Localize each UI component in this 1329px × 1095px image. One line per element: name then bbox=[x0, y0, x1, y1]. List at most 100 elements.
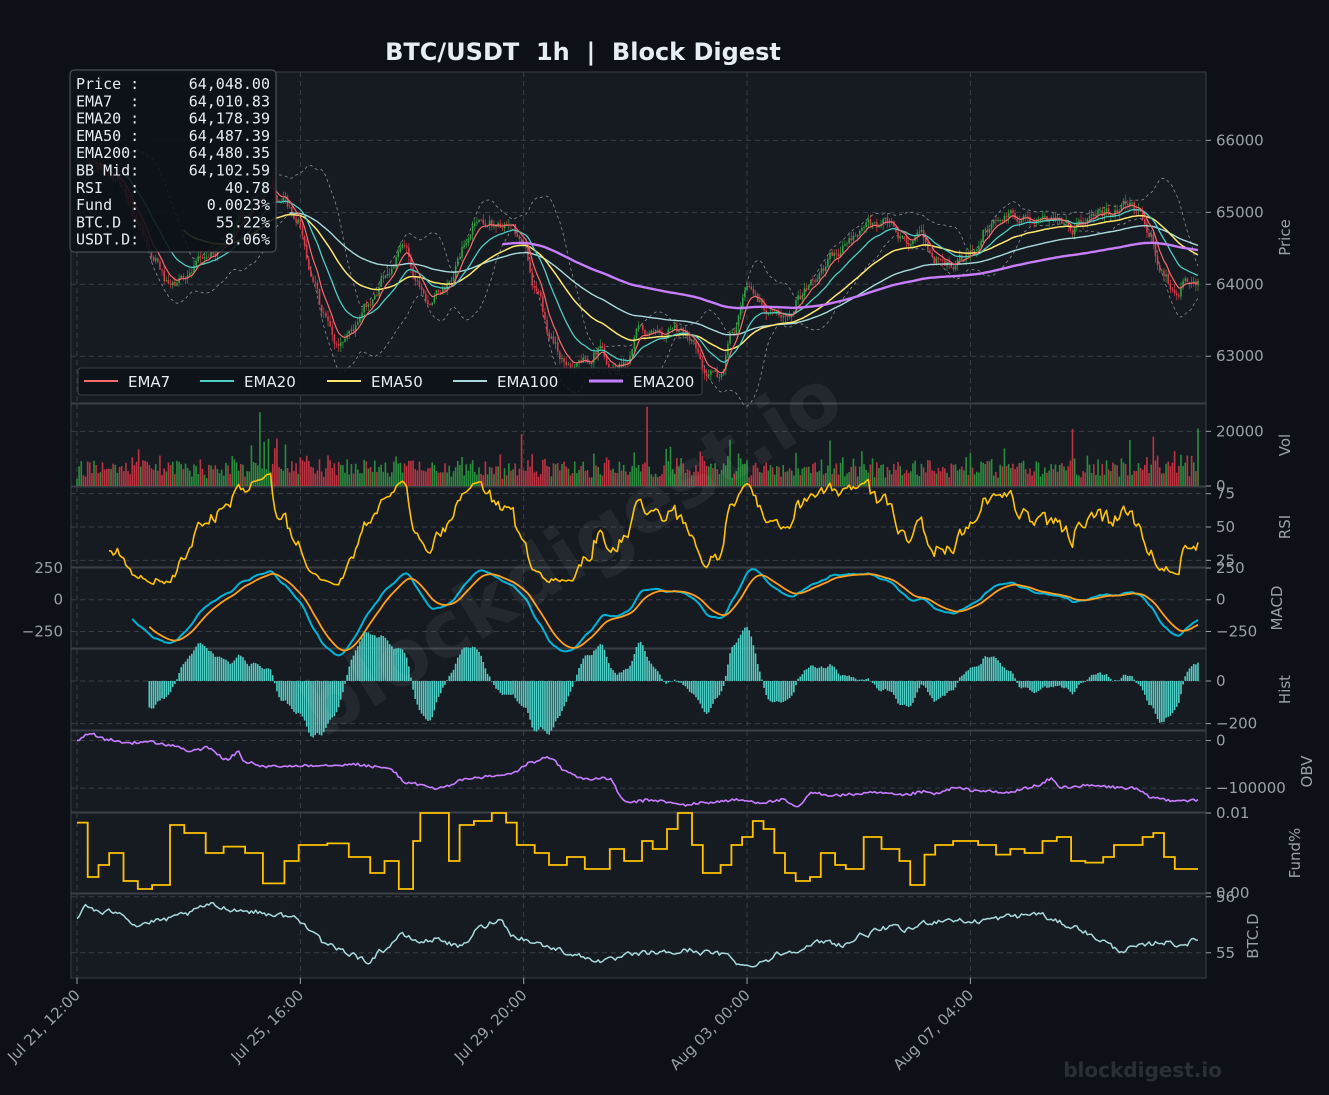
candle-body bbox=[635, 328, 638, 338]
volume-bar bbox=[254, 463, 257, 486]
volume-bar bbox=[920, 463, 923, 486]
hist-bar bbox=[1144, 680, 1146, 695]
volume-bar bbox=[369, 467, 372, 486]
volume-bar bbox=[929, 460, 931, 486]
candle-body bbox=[1092, 213, 1095, 217]
volume-bar bbox=[186, 467, 189, 486]
volume-bar bbox=[120, 465, 123, 486]
volume-bar bbox=[514, 463, 516, 486]
candle-body bbox=[918, 231, 921, 233]
candle-body bbox=[744, 290, 746, 298]
candle-body bbox=[176, 282, 178, 286]
volume-bar bbox=[144, 460, 146, 486]
volume-bar bbox=[278, 467, 280, 486]
hist-bar bbox=[529, 680, 531, 720]
hist-bar bbox=[724, 675, 727, 681]
volume-bar bbox=[1086, 455, 1089, 486]
volume-bar bbox=[531, 454, 534, 486]
hist-bar bbox=[614, 672, 616, 681]
hist-bar bbox=[607, 663, 610, 681]
candle-body bbox=[971, 250, 974, 252]
volume-bar bbox=[997, 477, 999, 486]
hist-bar bbox=[167, 680, 170, 695]
candle-body bbox=[459, 257, 461, 259]
volume-bar bbox=[1029, 468, 1031, 486]
candle-body bbox=[741, 297, 744, 309]
volume-bar bbox=[1084, 472, 1087, 486]
candle-body bbox=[814, 280, 816, 282]
candle-body bbox=[516, 233, 519, 237]
hist-bar bbox=[1158, 680, 1161, 723]
hist-bar bbox=[829, 664, 831, 681]
hist-bar bbox=[773, 680, 776, 703]
candle-body bbox=[529, 260, 531, 273]
candle-body bbox=[548, 332, 551, 339]
volume-bar bbox=[99, 472, 102, 486]
volume-bar bbox=[91, 472, 93, 486]
volume-bar bbox=[1063, 466, 1065, 486]
hist-bar bbox=[152, 680, 155, 709]
hist-bar bbox=[941, 680, 944, 696]
volume-bar bbox=[1118, 476, 1121, 486]
macd-panel-ytick: −250 bbox=[1216, 622, 1257, 640]
hist-bar bbox=[1001, 666, 1004, 681]
candle-body bbox=[208, 256, 210, 258]
candle-body bbox=[1099, 210, 1101, 212]
info-box: Price : 64,048.00 EMA7 : 64,010.83 EMA20 : 64… bbox=[69, 69, 277, 253]
candle-body bbox=[465, 242, 468, 246]
hist-bar bbox=[669, 680, 672, 682]
volume-bar bbox=[561, 464, 563, 486]
candle-body bbox=[975, 249, 978, 251]
volume-bar bbox=[1161, 473, 1163, 486]
candle-body bbox=[1001, 219, 1004, 221]
candle-body bbox=[703, 368, 706, 374]
hist-bar bbox=[1186, 671, 1189, 681]
hist-bar bbox=[231, 662, 234, 681]
volume-bar bbox=[961, 466, 963, 486]
candle-body bbox=[799, 295, 802, 300]
volume-bar bbox=[837, 474, 840, 486]
volume-bar bbox=[1056, 471, 1059, 486]
candle-body bbox=[1124, 200, 1127, 205]
hist-bar bbox=[969, 667, 972, 681]
candle-body bbox=[1024, 215, 1027, 217]
candle-body bbox=[831, 252, 833, 256]
hist-bar bbox=[901, 680, 904, 706]
hist-bar bbox=[712, 680, 714, 704]
hist-bar bbox=[1156, 680, 1159, 720]
volume-bar bbox=[569, 475, 572, 486]
hist-bar bbox=[1067, 680, 1070, 690]
candle-body bbox=[720, 374, 723, 377]
hist-bar bbox=[246, 663, 248, 681]
volume-bar bbox=[239, 464, 242, 486]
hist-bar bbox=[184, 661, 187, 681]
volume-bar bbox=[312, 467, 314, 486]
volume-bar bbox=[431, 462, 434, 486]
hist-bar bbox=[818, 667, 821, 681]
candle-body bbox=[735, 326, 738, 334]
volume-bar bbox=[999, 464, 1001, 486]
candle-body bbox=[471, 225, 474, 235]
volume-bar bbox=[412, 460, 414, 486]
volume-bar bbox=[444, 463, 446, 486]
volume-bar bbox=[137, 449, 140, 486]
hist-bar bbox=[835, 669, 838, 681]
hist-bar bbox=[733, 644, 736, 681]
hist-bar bbox=[235, 657, 238, 681]
volume-bar bbox=[127, 471, 129, 486]
candle-body bbox=[1163, 270, 1165, 277]
candle-body bbox=[754, 293, 757, 295]
candle-body bbox=[563, 358, 565, 362]
hist-bar bbox=[503, 680, 506, 695]
candle-body bbox=[737, 315, 740, 327]
candle-body bbox=[391, 268, 393, 274]
hist-bar bbox=[1054, 680, 1057, 687]
legend-label: EMA50 bbox=[371, 373, 423, 391]
volume-bar bbox=[327, 455, 329, 486]
volume-bar bbox=[1001, 466, 1004, 486]
hist-bar bbox=[767, 680, 770, 700]
volume-bar bbox=[318, 459, 321, 486]
candle-body bbox=[867, 219, 870, 223]
volume-bar bbox=[801, 468, 804, 486]
candle-body bbox=[1150, 234, 1153, 237]
